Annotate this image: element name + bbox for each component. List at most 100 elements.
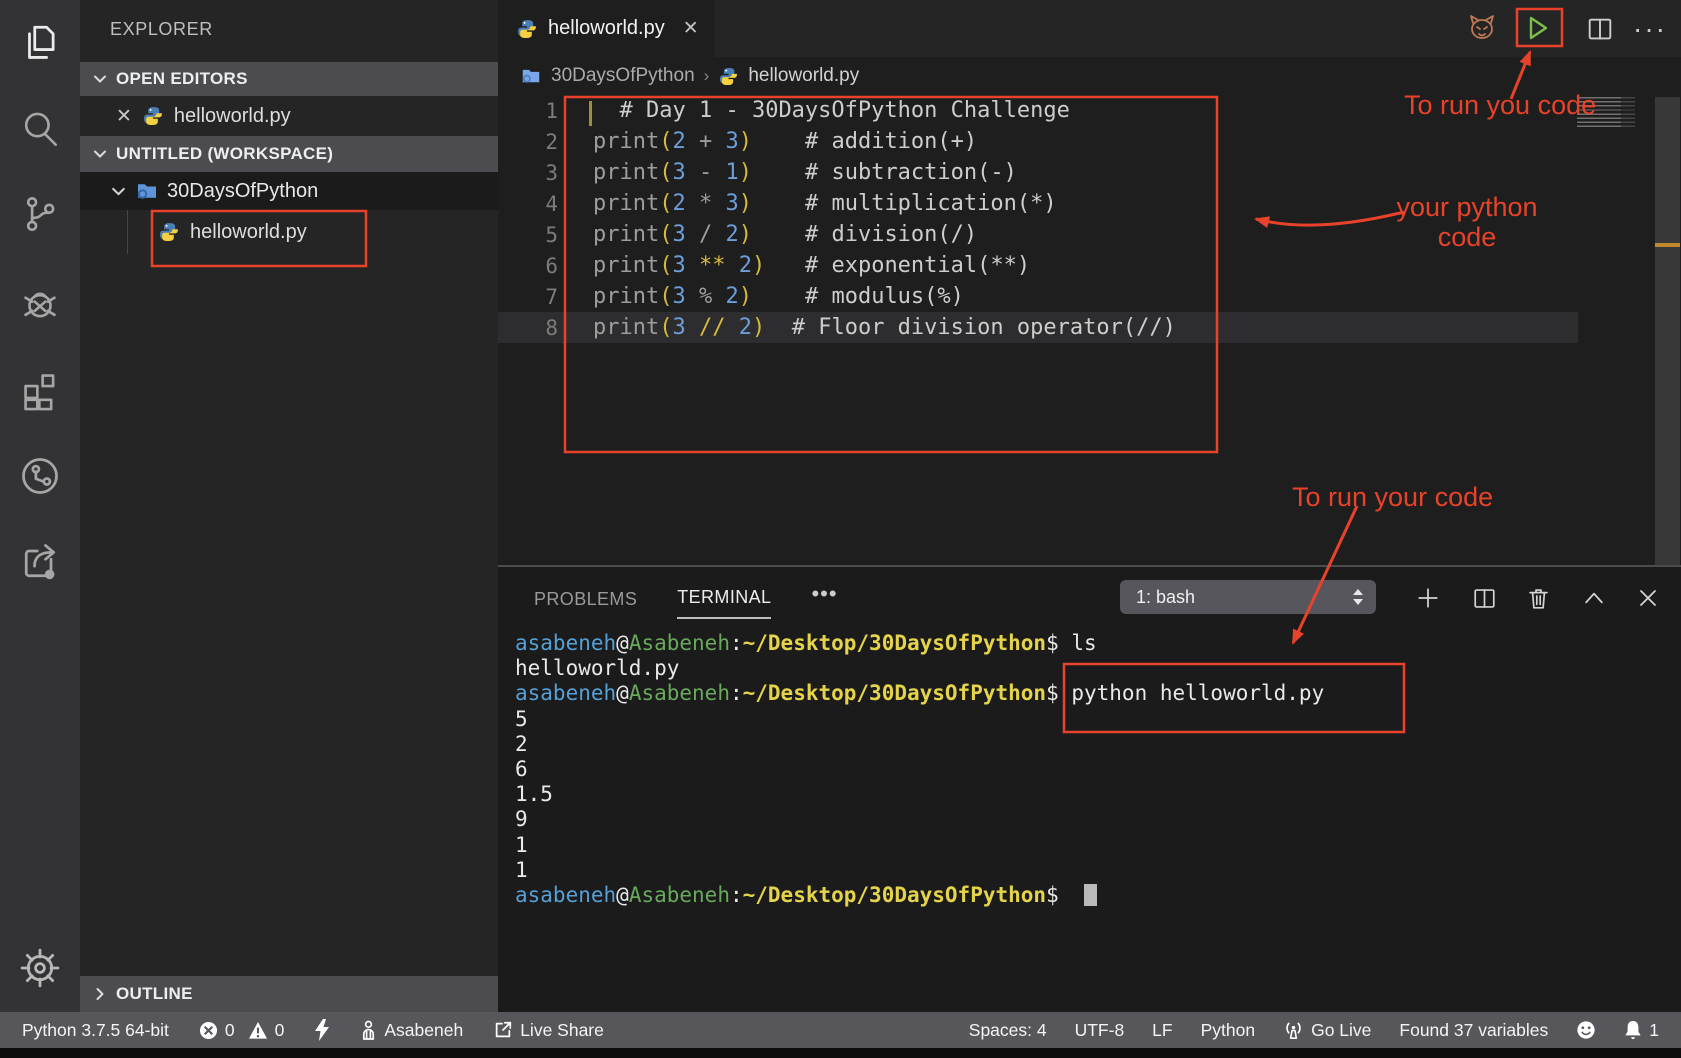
terminal-output-line: helloworld.py bbox=[515, 656, 1324, 681]
close-icon[interactable]: ✕ bbox=[683, 17, 699, 40]
terminal-prompt-line: asabeneh@Asabeneh:~/Desktop/30DaysOfPyth… bbox=[515, 681, 1324, 706]
workspace-folder-icon bbox=[135, 179, 159, 203]
code-line[interactable]: 6print(3 ** 2) # exponential(**) bbox=[498, 250, 1681, 281]
code-line[interactable]: 7print(3 % 2) # modulus(%) bbox=[498, 281, 1681, 312]
terminal-prompt-line: asabeneh@Asabeneh:~/Desktop/30DaysOfPyth… bbox=[515, 631, 1324, 656]
terminal-panel: PROBLEMS TERMINAL ••• 1: bash asabeneh@A… bbox=[498, 565, 1681, 1048]
python-file-icon bbox=[158, 221, 180, 243]
live-share-circle-icon[interactable] bbox=[0, 444, 80, 508]
activity-bar bbox=[0, 0, 80, 1048]
terminal-output-line: 6 bbox=[515, 757, 1324, 782]
split-terminal-icon[interactable] bbox=[1466, 581, 1502, 615]
code-line[interactable]: 2print(2 + 3) # addition(+) bbox=[498, 126, 1681, 157]
code-line[interactable]: 3print(3 - 1) # subtraction(-) bbox=[498, 157, 1681, 188]
explorer-sidebar: EXPLORER OPEN EDITORS ✕ helloworld.py UN… bbox=[80, 0, 498, 1012]
chevron-down-icon bbox=[92, 146, 108, 162]
line-number: 2 bbox=[498, 130, 558, 154]
line-number: 1 bbox=[498, 99, 558, 123]
breadcrumb-file[interactable]: helloworld.py bbox=[748, 65, 859, 87]
extensions-icon[interactable] bbox=[0, 358, 80, 422]
terminal-output-line: 5 bbox=[515, 707, 1324, 732]
lightning-icon bbox=[314, 1019, 330, 1041]
terminal-select[interactable]: 1: bash bbox=[1120, 580, 1376, 614]
explorer-icon[interactable] bbox=[0, 11, 80, 75]
terminal-output-line: 1.5 bbox=[515, 782, 1324, 807]
person-icon bbox=[360, 1020, 377, 1041]
sidebar-title: EXPLORER bbox=[110, 19, 213, 40]
minimap[interactable] bbox=[1577, 97, 1635, 128]
status-problems[interactable]: 0 0 bbox=[199, 1020, 284, 1041]
folder-name-label: 30DaysOfPython bbox=[167, 180, 318, 203]
split-editor-icon[interactable] bbox=[1578, 0, 1622, 57]
outline-header[interactable]: OUTLINE bbox=[80, 976, 498, 1012]
status-user[interactable]: Asabeneh bbox=[360, 1020, 463, 1041]
terminal-output-line: 1 bbox=[515, 858, 1324, 883]
breadcrumb-separator: › bbox=[704, 66, 710, 86]
line-number: 5 bbox=[498, 223, 558, 247]
status-python-version[interactable]: Python 3.7.5 64-bit bbox=[22, 1020, 169, 1041]
close-panel-icon[interactable] bbox=[1630, 581, 1666, 615]
python-file-icon bbox=[718, 66, 739, 87]
line-number: 8 bbox=[498, 316, 558, 340]
code-line[interactable]: 8print(3 // 2) # Floor division operator… bbox=[498, 312, 1681, 343]
python-file-icon bbox=[516, 18, 538, 40]
line-number: 6 bbox=[498, 254, 558, 278]
smiley-icon bbox=[1576, 1020, 1596, 1040]
file-row-helloworld[interactable]: helloworld.py bbox=[80, 210, 498, 254]
new-terminal-icon[interactable] bbox=[1410, 581, 1446, 615]
code-lines[interactable]: 1 # Day 1 - 30DaysOfPython Challenge2pri… bbox=[498, 95, 1681, 343]
tab-terminal[interactable]: TERMINAL bbox=[677, 587, 771, 619]
workspace-header[interactable]: UNTITLED (WORKSPACE) bbox=[80, 136, 498, 172]
status-live-share[interactable]: Live Share bbox=[493, 1020, 604, 1041]
status-eol[interactable]: LF bbox=[1152, 1020, 1172, 1041]
kill-terminal-icon[interactable] bbox=[1520, 581, 1556, 615]
line-number: 4 bbox=[498, 192, 558, 216]
error-icon bbox=[199, 1021, 218, 1040]
close-icon[interactable]: ✕ bbox=[116, 105, 132, 128]
status-spaces[interactable]: Spaces: 4 bbox=[969, 1020, 1047, 1041]
search-icon[interactable] bbox=[0, 97, 80, 161]
warning-icon bbox=[248, 1021, 268, 1040]
breadcrumb-folder[interactable]: 30DaysOfPython bbox=[551, 65, 695, 87]
chevron-right-icon bbox=[92, 986, 108, 1002]
editor-tab-bar: helloworld.py ✕ ··· bbox=[498, 0, 1681, 57]
status-encoding[interactable]: UTF-8 bbox=[1075, 1020, 1125, 1041]
python-file-icon bbox=[142, 105, 164, 127]
status-go-live[interactable]: Go Live bbox=[1283, 1020, 1371, 1041]
broadcast-icon bbox=[1283, 1020, 1304, 1041]
terminal-select-value: 1: bash bbox=[1136, 587, 1350, 608]
code-line[interactable]: 4print(2 * 3) # multiplication(*) bbox=[498, 188, 1681, 219]
editor-region: helloworld.py ✕ ··· 30DaysOfPython › hel… bbox=[498, 0, 1681, 565]
tab-helloworld[interactable]: helloworld.py ✕ bbox=[498, 0, 715, 57]
editor-scrollbar[interactable] bbox=[1655, 97, 1680, 565]
run-python-button[interactable] bbox=[1514, 9, 1560, 47]
terminal-prompt-line: asabeneh@Asabeneh:~/Desktop/30DaysOfPyth… bbox=[515, 883, 1324, 908]
more-panel-tabs-icon[interactable]: ••• bbox=[811, 581, 837, 619]
file-name-label: helloworld.py bbox=[190, 221, 307, 244]
code-line[interactable]: 5print(3 / 2) # division(/) bbox=[498, 219, 1681, 250]
share-arrow-icon[interactable] bbox=[0, 530, 80, 594]
terminal-output[interactable]: asabeneh@Asabeneh:~/Desktop/30DaysOfPyth… bbox=[515, 631, 1324, 908]
maximize-panel-icon[interactable] bbox=[1576, 581, 1612, 615]
status-variables[interactable]: Found 37 variables bbox=[1399, 1020, 1548, 1041]
status-bar: Python 3.7.5 64-bit 0 0 Asabeneh Live Sh… bbox=[0, 1012, 1681, 1048]
open-editors-header[interactable]: OPEN EDITORS bbox=[80, 62, 498, 96]
folder-row-30daysofpython[interactable]: 30DaysOfPython bbox=[80, 172, 498, 210]
debug-icon[interactable] bbox=[0, 271, 80, 335]
source-control-icon[interactable] bbox=[0, 182, 80, 246]
status-language[interactable]: Python bbox=[1201, 1020, 1255, 1041]
more-actions-icon[interactable]: ··· bbox=[1628, 0, 1672, 57]
workspace-label: UNTITLED (WORKSPACE) bbox=[116, 144, 333, 164]
settings-gear-icon[interactable] bbox=[0, 936, 80, 1000]
status-feedback[interactable] bbox=[1576, 1020, 1596, 1040]
terminal-output-line: 1 bbox=[515, 833, 1324, 858]
cat-extension-icon[interactable] bbox=[1460, 0, 1504, 57]
tab-problems[interactable]: PROBLEMS bbox=[534, 589, 637, 619]
status-notifications[interactable]: 1 bbox=[1624, 1020, 1659, 1041]
tab-label: helloworld.py bbox=[548, 17, 665, 40]
open-editor-item[interactable]: ✕ helloworld.py bbox=[80, 96, 498, 136]
window-bottom-edge bbox=[0, 1048, 1681, 1058]
status-lightning[interactable] bbox=[314, 1019, 330, 1041]
code-line[interactable]: 1 # Day 1 - 30DaysOfPython Challenge bbox=[498, 95, 1681, 126]
terminal-cursor bbox=[1084, 884, 1097, 906]
